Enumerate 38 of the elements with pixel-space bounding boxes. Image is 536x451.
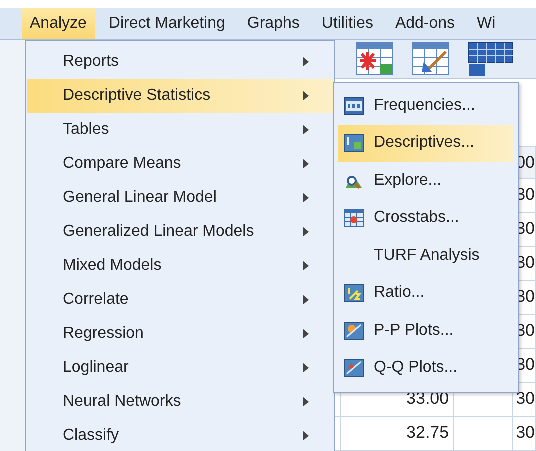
menu-item[interactable]: General Linear Model — [27, 181, 333, 215]
menu-item[interactable]: Correlate — [27, 283, 333, 317]
menu-item[interactable]: Add-ons — [387, 8, 464, 39]
menu-item[interactable]: Q-Q Plots... — [338, 350, 514, 387]
menu-item[interactable]: Ratio... — [338, 274, 514, 312]
fraction-icon — [344, 284, 364, 302]
table-icon — [412, 42, 450, 76]
menu-item[interactable]: Regression — [27, 317, 333, 351]
menu-item[interactable]: Descriptives... — [338, 124, 514, 162]
table-cell: 32.75 — [406, 425, 450, 441]
menu-item[interactable]: Direct Marketing — [100, 8, 234, 39]
menu-item[interactable]: TURF Analysis — [338, 237, 514, 274]
menu-item[interactable]: Utilities — [314, 8, 382, 39]
menu-item[interactable]: P-P Plots... — [338, 312, 514, 350]
menu-item[interactable]: Explore... — [338, 162, 514, 200]
table-icon — [468, 42, 514, 76]
menu-item[interactable]: Mixed Models — [27, 249, 333, 283]
menu-item[interactable]: Frequencies... — [338, 87, 514, 124]
plot-icon — [344, 322, 364, 340]
menu-item[interactable]: Generalized Linear Models — [27, 215, 333, 249]
menu-item[interactable]: Descriptive Statistics — [27, 79, 333, 113]
plot-icon — [344, 359, 364, 378]
table-icon — [344, 209, 364, 228]
table-cell: 30 — [516, 391, 535, 407]
numbers-icon — [344, 96, 364, 115]
menu-item[interactable]: Crosstabs... — [338, 200, 514, 237]
menu-item[interactable]: Analyze — [22, 8, 95, 39]
menu-item[interactable]: Loglinear — [27, 351, 333, 385]
statistics-icon — [344, 134, 364, 152]
menu-item[interactable]: Reports — [27, 45, 333, 79]
table-icon — [356, 42, 394, 76]
menu-item[interactable]: Neural Networks — [27, 385, 333, 419]
menu-item[interactable]: Classify — [27, 419, 333, 451]
menu-item[interactable]: Wi — [469, 8, 504, 39]
table-cell: 30 — [516, 425, 535, 441]
menu-item[interactable]: Tables — [27, 113, 333, 147]
menu-item[interactable]: Graphs — [239, 8, 308, 39]
menu-item[interactable]: Compare Means — [27, 147, 333, 181]
